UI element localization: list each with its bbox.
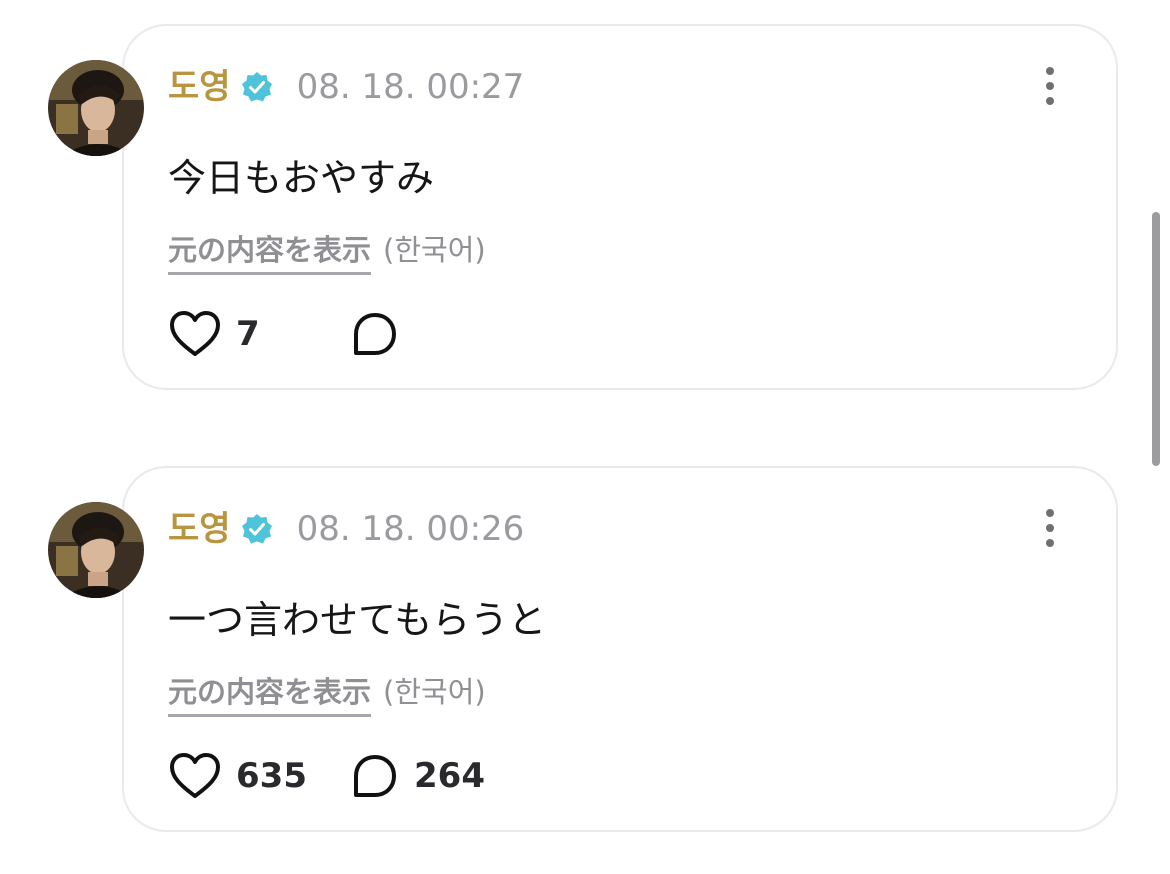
comment-button[interactable] [350,306,414,362]
original-language-label: (한국어) [383,233,486,267]
show-original-link[interactable]: 元の内容を表示 [168,672,372,717]
comment-bubble-icon [350,751,400,801]
post-header: 도영 08. 18. 00:26 [168,504,524,554]
heart-icon [168,309,222,359]
comment-bubble-icon [350,309,400,359]
more-options-icon[interactable] [1034,504,1066,552]
verified-badge-icon [241,71,273,103]
like-count: 7 [236,314,260,354]
like-button[interactable]: 7 [168,306,260,362]
post-text: 今日もおやすみ [168,156,435,200]
author-name[interactable]: 도영 [168,504,231,554]
like-count: 635 [236,756,307,796]
post-timestamp: 08. 18. 00:26 [296,509,525,549]
translation-row: 元の内容を表示 (한국어) [168,230,486,276]
heart-icon [168,751,222,801]
avatar[interactable] [48,60,144,156]
comment-button[interactable]: 264 [350,748,485,804]
original-language-label: (한국어) [383,675,486,709]
translation-row: 元の内容を表示 (한국어) [168,672,486,718]
comment-count: 264 [414,756,485,796]
post-card[interactable]: 도영 08. 18. 00:26 一つ言わせてもらうと 元の内容を表示 (한국어… [0,466,1170,838]
author-name[interactable]: 도영 [168,62,231,112]
show-original-link[interactable]: 元の内容を表示 [168,230,372,275]
post-timestamp: 08. 18. 00:27 [296,67,525,107]
post-text: 一つ言わせてもらうと [168,598,547,642]
post-header: 도영 08. 18. 00:27 [168,62,524,112]
more-options-icon[interactable] [1034,62,1066,110]
scrollbar[interactable] [1152,212,1160,466]
post-card[interactable]: 도영 08. 18. 00:27 今日もおやすみ 元の内容を表示 (한국어) 7 [0,24,1170,396]
verified-badge-icon [241,513,273,545]
avatar[interactable] [48,502,144,598]
like-button[interactable]: 635 [168,748,307,804]
